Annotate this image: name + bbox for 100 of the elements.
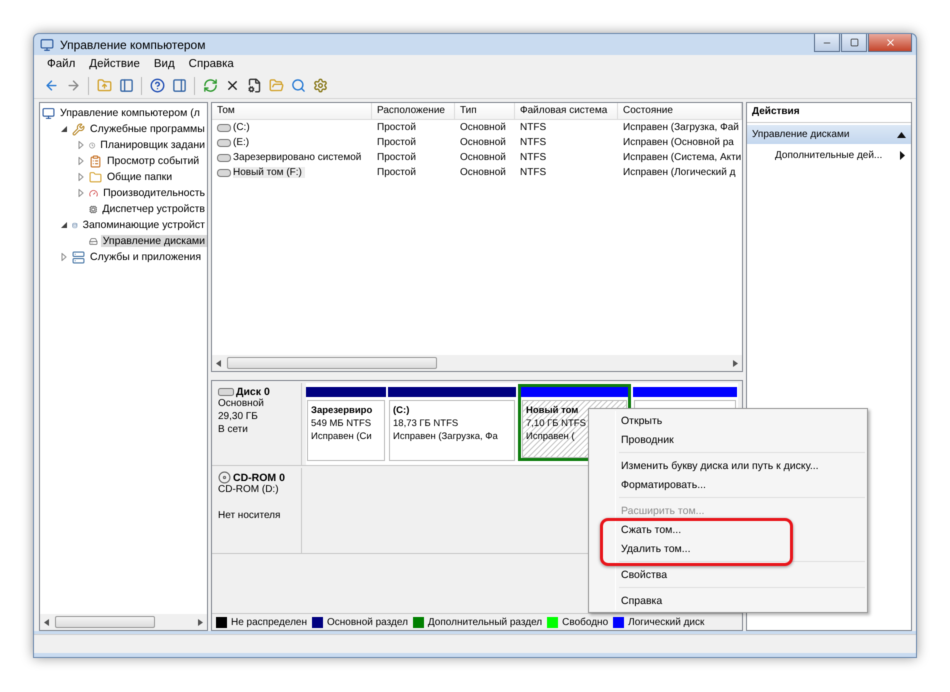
disk-name: Диск 0 bbox=[236, 386, 270, 398]
partition-size: 18,73 ГБ NTFS bbox=[393, 418, 460, 431]
table-cell[interactable]: Зарезервировано системой bbox=[233, 152, 364, 163]
drive-icon bbox=[217, 138, 231, 146]
table-cell: Простой bbox=[377, 137, 416, 148]
submenu-arrow-icon bbox=[900, 151, 905, 160]
tree-node-icon bbox=[72, 122, 85, 136]
table-cell: Основной bbox=[460, 152, 506, 163]
column-header[interactable]: Расположение bbox=[372, 103, 455, 120]
menu-item[interactable]: Удалить том... bbox=[621, 542, 691, 554]
legend-label: Логический диск bbox=[628, 616, 704, 628]
disk-info: Основной bbox=[218, 398, 264, 409]
collapse-icon[interactable] bbox=[59, 124, 69, 134]
tree-item[interactable]: Службы и приложения bbox=[88, 251, 204, 263]
scroll-left-icon[interactable] bbox=[44, 618, 49, 626]
column-header[interactable]: Том bbox=[212, 103, 372, 120]
partition-status: Исправен ( bbox=[526, 431, 576, 444]
expand-icon[interactable] bbox=[76, 188, 86, 198]
table-cell: Основной bbox=[460, 167, 506, 178]
search-icon[interactable] bbox=[289, 76, 307, 94]
table-cell[interactable]: (C:) bbox=[233, 122, 253, 133]
help-icon[interactable] bbox=[148, 76, 166, 94]
settings-icon[interactable] bbox=[311, 76, 329, 94]
legend-label: Дополнительный раздел bbox=[428, 616, 542, 628]
panel-left-icon[interactable] bbox=[117, 76, 135, 94]
actions-section[interactable]: Управление дисками bbox=[747, 125, 911, 144]
expand-icon[interactable] bbox=[76, 172, 86, 182]
drive-icon bbox=[217, 124, 231, 132]
scrollbar-thumb[interactable] bbox=[55, 616, 155, 628]
tree-item[interactable]: Просмотр событий bbox=[105, 155, 202, 167]
legend-label: Не распределен bbox=[231, 616, 307, 628]
scroll-right-icon[interactable] bbox=[733, 360, 738, 366]
column-header[interactable]: Тип bbox=[455, 103, 515, 120]
tree-item[interactable]: Управление компьютером (л bbox=[58, 107, 202, 119]
table-cell[interactable]: Новый том (F:) bbox=[233, 167, 305, 178]
legend-label: Свободно bbox=[562, 616, 608, 628]
partition-title: Зарезервиро bbox=[311, 405, 374, 418]
collapse-icon[interactable] bbox=[59, 220, 69, 230]
disk-name: CD-ROM 0 bbox=[233, 472, 285, 484]
menu-item[interactable]: Действие bbox=[82, 58, 147, 70]
maximize-icon bbox=[850, 38, 858, 47]
partition-size: 549 МБ NTFS bbox=[311, 418, 372, 431]
menu-item[interactable]: Справка bbox=[621, 594, 662, 606]
close-button[interactable] bbox=[868, 34, 912, 52]
tree-item[interactable]: Планировщик задани bbox=[98, 139, 207, 151]
scroll-left-icon[interactable] bbox=[216, 360, 221, 366]
expand-icon[interactable] bbox=[59, 252, 69, 262]
drive-icon bbox=[217, 168, 231, 176]
table-cell: NTFS bbox=[520, 167, 546, 178]
table-cell: Простой bbox=[377, 152, 416, 163]
close-icon bbox=[884, 37, 896, 48]
table-cell: Исправен (Система, Акти bbox=[623, 152, 742, 163]
tree-item[interactable]: Производительность bbox=[101, 187, 207, 199]
collapse-icon bbox=[897, 132, 906, 138]
menu-item[interactable]: Свойства bbox=[621, 568, 668, 580]
expand-icon[interactable] bbox=[76, 156, 86, 166]
menu-item[interactable]: Вид bbox=[146, 58, 182, 70]
tree-item[interactable]: Служебные программы bbox=[88, 123, 207, 135]
disk-status: Нет носителя bbox=[218, 510, 280, 521]
menu-item[interactable]: Справка bbox=[182, 58, 241, 70]
table-cell: Исправен (Основной ра bbox=[623, 137, 734, 148]
menu-item[interactable]: Файл bbox=[40, 58, 82, 70]
horizontal-scrollbar[interactable] bbox=[212, 355, 742, 371]
disk-status: В сети bbox=[218, 424, 248, 435]
expand-icon[interactable] bbox=[76, 140, 86, 150]
partition-status: Исправен (Си bbox=[311, 431, 373, 444]
disk-info: 29,30 ГБ bbox=[218, 411, 258, 422]
drive-icon bbox=[217, 154, 231, 162]
scrollbar-thumb[interactable] bbox=[227, 357, 437, 369]
tree-node-icon bbox=[89, 154, 102, 168]
table-cell: Основной bbox=[460, 137, 506, 148]
scroll-right-icon[interactable] bbox=[198, 618, 203, 626]
table-cell: Исправен (Логический д bbox=[623, 167, 736, 178]
table-cell: Простой bbox=[377, 167, 416, 178]
action-item[interactable]: Дополнительные дей... bbox=[747, 146, 911, 165]
tree-item[interactable]: Управление дисками bbox=[100, 235, 207, 247]
tree-node-icon bbox=[72, 250, 85, 264]
maximize-button[interactable] bbox=[841, 34, 867, 52]
disk-info: CD-ROM (D:) bbox=[218, 484, 279, 495]
menu-item[interactable]: Сжать том... bbox=[621, 524, 682, 536]
table-cell: Простой bbox=[377, 122, 416, 133]
tree-item[interactable]: Запоминающие устройст bbox=[80, 219, 207, 231]
tree-item[interactable]: Общие папки bbox=[105, 171, 174, 183]
drive-icon bbox=[218, 388, 234, 396]
window-title: Управление компьютером bbox=[60, 38, 206, 52]
table-cell[interactable]: (E:) bbox=[233, 137, 252, 148]
column-header[interactable]: Файловая система bbox=[515, 103, 618, 120]
menu-item[interactable]: Изменить букву диска или путь к диску... bbox=[621, 460, 819, 472]
panel-right-icon[interactable] bbox=[170, 76, 188, 94]
table-cell: Основной bbox=[460, 122, 506, 133]
cd-drive-icon bbox=[218, 471, 231, 484]
tree-node-icon bbox=[89, 170, 102, 184]
minimize-button[interactable] bbox=[814, 34, 840, 52]
partition-title: (C:) bbox=[393, 405, 410, 418]
horizontal-scrollbar[interactable] bbox=[40, 614, 207, 630]
partition-title: Новый том bbox=[526, 405, 580, 418]
tree-item[interactable]: Диспетчер устройств bbox=[100, 203, 207, 215]
menu-item[interactable]: Форматировать... bbox=[621, 478, 706, 490]
column-header[interactable]: Состояние bbox=[618, 103, 742, 120]
table-cell: Исправен (Загрузка, Фай bbox=[623, 122, 739, 133]
